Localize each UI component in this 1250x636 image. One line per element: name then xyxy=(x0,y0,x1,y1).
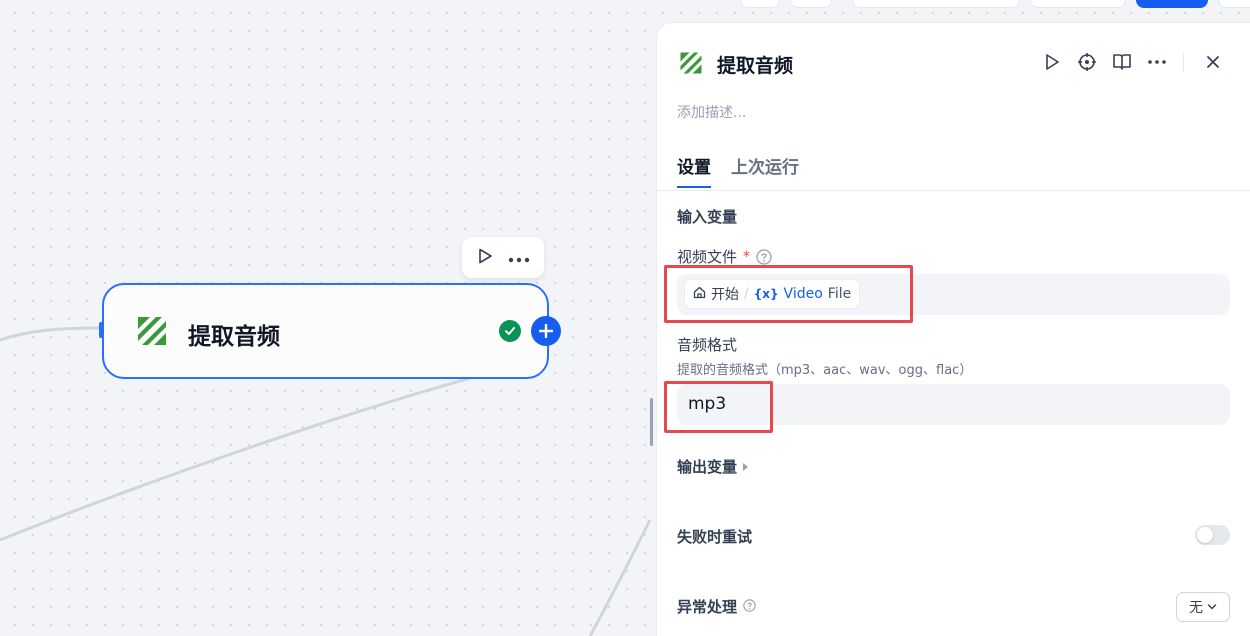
required-mark: * xyxy=(743,248,751,265)
output-variables-heading: 输出变量 xyxy=(677,458,738,476)
toolbar-button[interactable] xyxy=(1218,0,1250,8)
publish-button[interactable] xyxy=(1136,0,1208,8)
ffmpeg-icon xyxy=(679,51,703,75)
run-node-icon[interactable] xyxy=(476,247,494,269)
plus-icon xyxy=(539,324,553,338)
highlight-box-audio-format xyxy=(664,381,773,433)
input-variables-heading: 输入变量 xyxy=(677,208,738,226)
node-title: 提取音频 xyxy=(188,324,280,350)
toggle-knob xyxy=(1197,527,1213,543)
toolbar-divider xyxy=(1183,53,1184,71)
panel-tabs: 设置 上次运行 xyxy=(677,153,799,188)
run-step-icon[interactable] xyxy=(1041,51,1063,73)
video-file-label-row: 视频文件 * xyxy=(677,246,772,267)
docs-book-icon[interactable] xyxy=(1111,51,1133,73)
output-variables-toggle[interactable]: 输出变量 xyxy=(677,456,749,477)
highlight-box-video-file xyxy=(664,265,913,323)
panel-resize-handle[interactable] xyxy=(650,398,653,446)
chevron-down-icon xyxy=(1207,599,1217,615)
panel-title: 提取音频 xyxy=(717,55,794,77)
close-icon[interactable] xyxy=(1202,51,1224,73)
node-actions xyxy=(462,237,544,278)
audio-format-hint: 提取的音频格式（mp3、aac、wav、ogg、flac） xyxy=(677,363,973,378)
error-handling-row: 异常处理 xyxy=(677,596,759,617)
panel-toolbar xyxy=(1041,51,1237,73)
retry-label: 失败时重试 xyxy=(677,528,753,546)
edge-lower xyxy=(0,368,501,542)
tabs-divider xyxy=(657,190,1250,191)
caret-right-icon xyxy=(743,462,749,471)
error-handling-select[interactable]: 无 xyxy=(1176,592,1230,622)
description-input[interactable]: 添加描述... xyxy=(677,102,746,122)
success-check-icon xyxy=(499,320,521,342)
toolbar-button[interactable] xyxy=(852,0,1020,8)
add-next-node-button[interactable] xyxy=(531,316,561,346)
more-icon[interactable] xyxy=(508,248,530,267)
tab-settings[interactable]: 设置 xyxy=(677,153,711,188)
locate-node-icon[interactable] xyxy=(1076,51,1098,73)
help-icon[interactable] xyxy=(756,248,772,265)
audio-format-label: 音频格式 xyxy=(677,336,738,354)
workflow-node[interactable]: 提取音频 xyxy=(102,283,549,379)
toolbar-button[interactable] xyxy=(790,0,832,8)
edge-into-node xyxy=(0,326,103,342)
toolbar-button[interactable] xyxy=(740,0,780,8)
error-handling-value: 无 xyxy=(1189,600,1203,616)
more-icon[interactable] xyxy=(1146,51,1168,73)
retry-toggle[interactable] xyxy=(1195,525,1230,545)
node-settings-panel: 提取音频 添加描述... 设置 上次运行 输入变量 视频文件 * 开始 / {x… xyxy=(656,22,1250,636)
help-icon[interactable] xyxy=(743,598,759,615)
tab-last-run[interactable]: 上次运行 xyxy=(731,153,799,188)
edge-right xyxy=(588,519,652,636)
video-file-label: 视频文件 xyxy=(677,248,738,266)
ffmpeg-icon xyxy=(136,315,168,347)
toolbar-button[interactable] xyxy=(1030,0,1126,8)
error-handling-label: 异常处理 xyxy=(677,598,738,616)
